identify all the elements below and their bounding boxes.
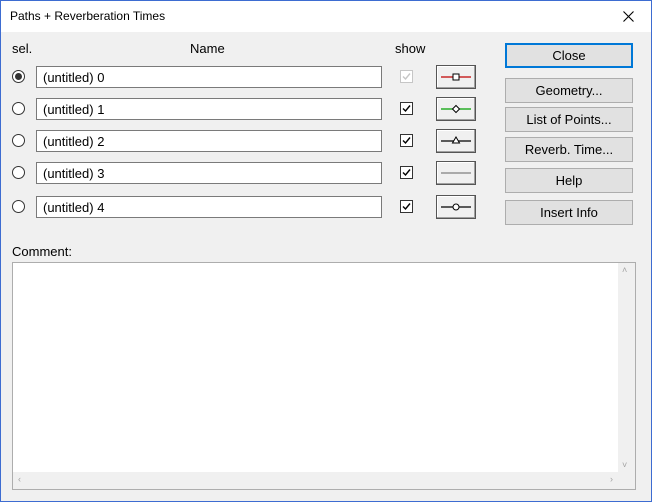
line-triangle-marker-icon [441, 136, 471, 144]
line-diamond-marker-icon [441, 104, 471, 114]
close-button[interactable]: Close [505, 43, 633, 68]
row-4-name-field[interactable] [36, 196, 382, 218]
row-2-show-checkbox[interactable] [400, 134, 413, 147]
row-0-name-field[interactable] [36, 66, 382, 88]
row-2-name-field[interactable] [36, 130, 382, 152]
line-no-marker-icon [441, 172, 471, 174]
line-circle-marker-icon [441, 203, 471, 211]
title-bar: Paths + Reverberation Times [1, 1, 651, 32]
row-1-show-checkbox[interactable] [400, 102, 413, 115]
row-0-line-style-button[interactable] [436, 65, 476, 89]
row-2-select-radio[interactable] [12, 134, 25, 147]
row-1-select-radio[interactable] [12, 102, 25, 115]
insert-info-button[interactable]: Insert Info [505, 200, 633, 225]
paths-reverb-dialog: Paths + Reverberation Times sel. Name sh… [0, 0, 652, 502]
row-4-select-radio[interactable] [12, 200, 25, 213]
row-3-show-checkbox[interactable] [400, 166, 413, 179]
row-1-line-style-button[interactable] [436, 97, 476, 121]
comment-textarea[interactable] [12, 262, 636, 490]
comment-label: Comment: [12, 244, 72, 259]
row-1-name-field[interactable] [36, 98, 382, 120]
help-button[interactable]: Help [505, 168, 633, 193]
list-of-points-button[interactable]: List of Points... [505, 107, 633, 132]
row-3-line-style-button[interactable] [436, 161, 476, 185]
row-3-select-radio[interactable] [12, 166, 25, 179]
show-column-header: show [395, 41, 426, 56]
row-4-show-checkbox[interactable] [400, 200, 413, 213]
row-4-line-style-button[interactable] [436, 195, 476, 219]
row-0-show-checkbox[interactable] [400, 70, 413, 83]
line-square-marker-icon [441, 73, 471, 81]
geometry-button[interactable]: Geometry... [505, 78, 633, 103]
name-column-header: Name [190, 41, 225, 56]
row-2-line-style-button[interactable] [436, 129, 476, 153]
close-icon [622, 11, 634, 22]
row-0-select-radio[interactable] [12, 70, 25, 83]
reverb-time-button[interactable]: Reverb. Time... [505, 137, 633, 162]
sel-column-header: sel. [12, 41, 33, 56]
row-3-name-field[interactable] [36, 162, 382, 184]
window-close-button[interactable] [605, 1, 651, 32]
window-title: Paths + Reverberation Times [10, 9, 166, 23]
